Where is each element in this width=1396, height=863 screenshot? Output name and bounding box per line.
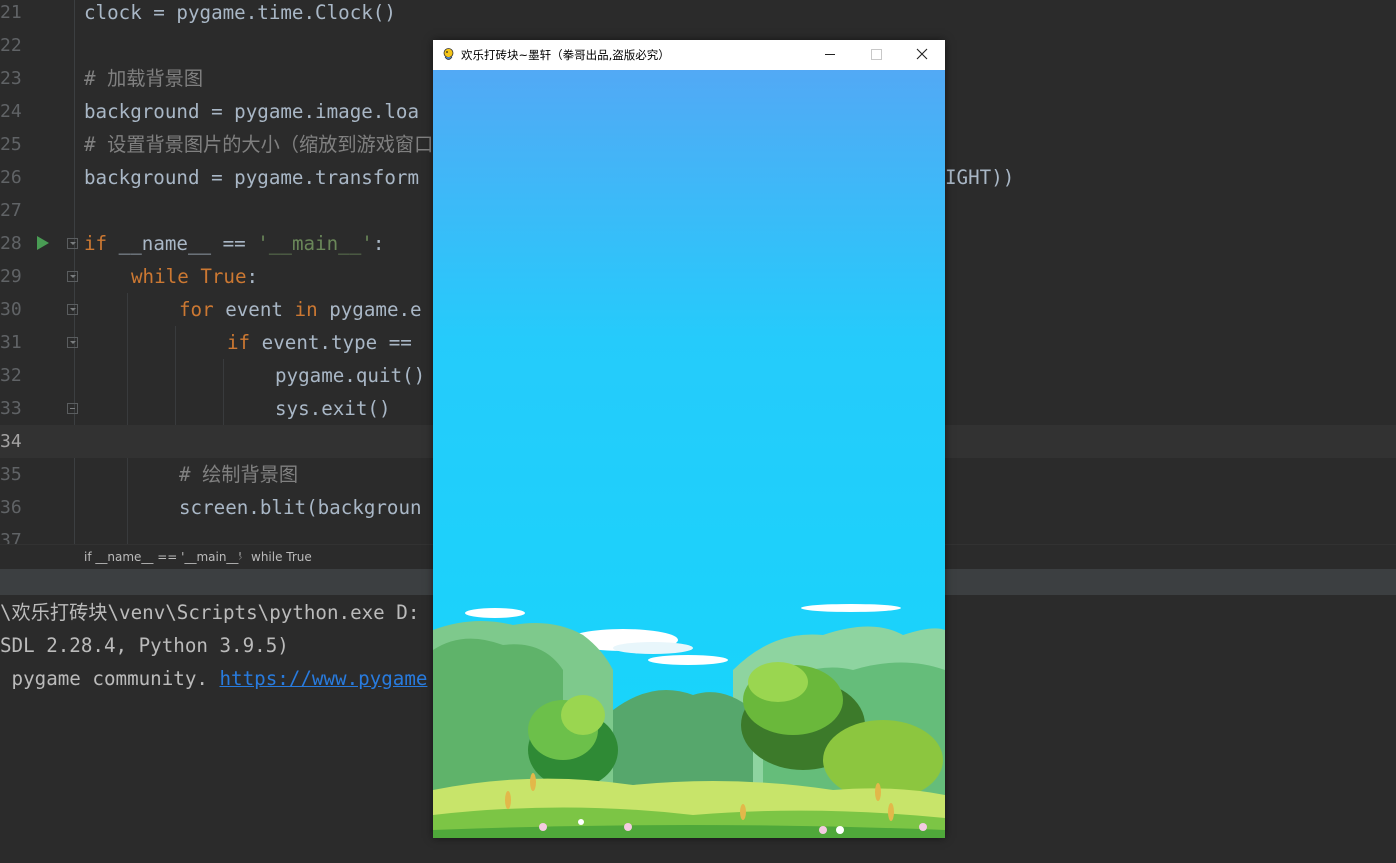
- fold-icon[interactable]: [67, 271, 78, 282]
- code-text: screen.blit(backgroun: [179, 496, 422, 519]
- window-titlebar[interactable]: 欢乐打砖块~墨轩（拳哥出品,盗版必究）: [433, 40, 945, 70]
- pygame-snake-icon: [443, 48, 454, 60]
- line-number: 32: [0, 365, 22, 386]
- line-number: 22: [0, 35, 22, 56]
- minimize-icon[interactable]: [807, 40, 853, 70]
- code-text: pygame.quit(): [275, 364, 426, 387]
- line-number: 23: [0, 68, 22, 89]
- code-text: if event.type ==: [227, 331, 412, 354]
- game-canvas[interactable]: [433, 70, 945, 838]
- breadcrumb-item[interactable]: while True: [251, 550, 312, 564]
- game-window[interactable]: 欢乐打砖块~墨轩（拳哥出品,盗版必究）: [433, 40, 945, 838]
- code-text: background = pygame.transform: [84, 166, 420, 189]
- run-icon[interactable]: [37, 236, 49, 250]
- comment-text: # 加载背景图: [84, 67, 204, 90]
- line-number: 36: [0, 497, 22, 518]
- fold-icon[interactable]: [67, 238, 78, 249]
- maximize-icon[interactable]: [853, 40, 899, 70]
- line-number: 25: [0, 134, 22, 155]
- comment-text: # 设置背景图片的大小（缩放到游戏窗口: [84, 133, 434, 156]
- fold-end-icon[interactable]: [67, 403, 78, 414]
- line-number: 31: [0, 332, 22, 353]
- line-number: 29: [0, 266, 22, 287]
- code-text: for event in pygame.e: [179, 298, 422, 321]
- code-text: while True:: [131, 265, 259, 288]
- code-text: if __name__ == '__main__':: [84, 232, 385, 255]
- code-line: 21 clock = pygame.time.Clock(): [0, 0, 1396, 29]
- line-number: 28: [0, 233, 22, 254]
- breadcrumb-separator: ›: [238, 550, 243, 564]
- code-text: sys.exit(): [275, 397, 391, 420]
- window-title: 欢乐打砖块~墨轩（拳哥出品,盗版必究）: [461, 48, 670, 62]
- line-number: 33: [0, 398, 22, 419]
- code-text: clock = pygame.time.Clock(): [84, 1, 396, 24]
- console-text: pygame community.: [0, 667, 220, 690]
- line-number: 26: [0, 167, 22, 188]
- comment-text: # 绘制背景图: [179, 463, 299, 486]
- line-number: 24: [0, 101, 22, 122]
- code-text-tail: IGHT)): [945, 166, 1015, 189]
- fold-icon[interactable]: [67, 337, 78, 348]
- line-number: 34: [0, 431, 22, 452]
- code-text: background = pygame.image.loa: [84, 100, 420, 123]
- line-number: 27: [0, 200, 22, 221]
- breadcrumb-item[interactable]: if __name__ == '__main__': [84, 550, 242, 564]
- console-line: \欢乐打砖块\venv\Scripts\python.exe D:: [0, 601, 420, 624]
- line-number: 21: [0, 2, 22, 23]
- fold-icon[interactable]: [67, 304, 78, 315]
- line-number: 30: [0, 299, 22, 320]
- line-number: 35: [0, 464, 22, 485]
- close-icon[interactable]: [899, 40, 945, 70]
- line-number: 37: [0, 530, 22, 544]
- console-line: SDL 2.28.4, Python 3.9.5): [0, 634, 289, 657]
- console-line: pygame community. https://www.pygame: [0, 662, 428, 695]
- console-link[interactable]: https://www.pygame: [220, 667, 428, 690]
